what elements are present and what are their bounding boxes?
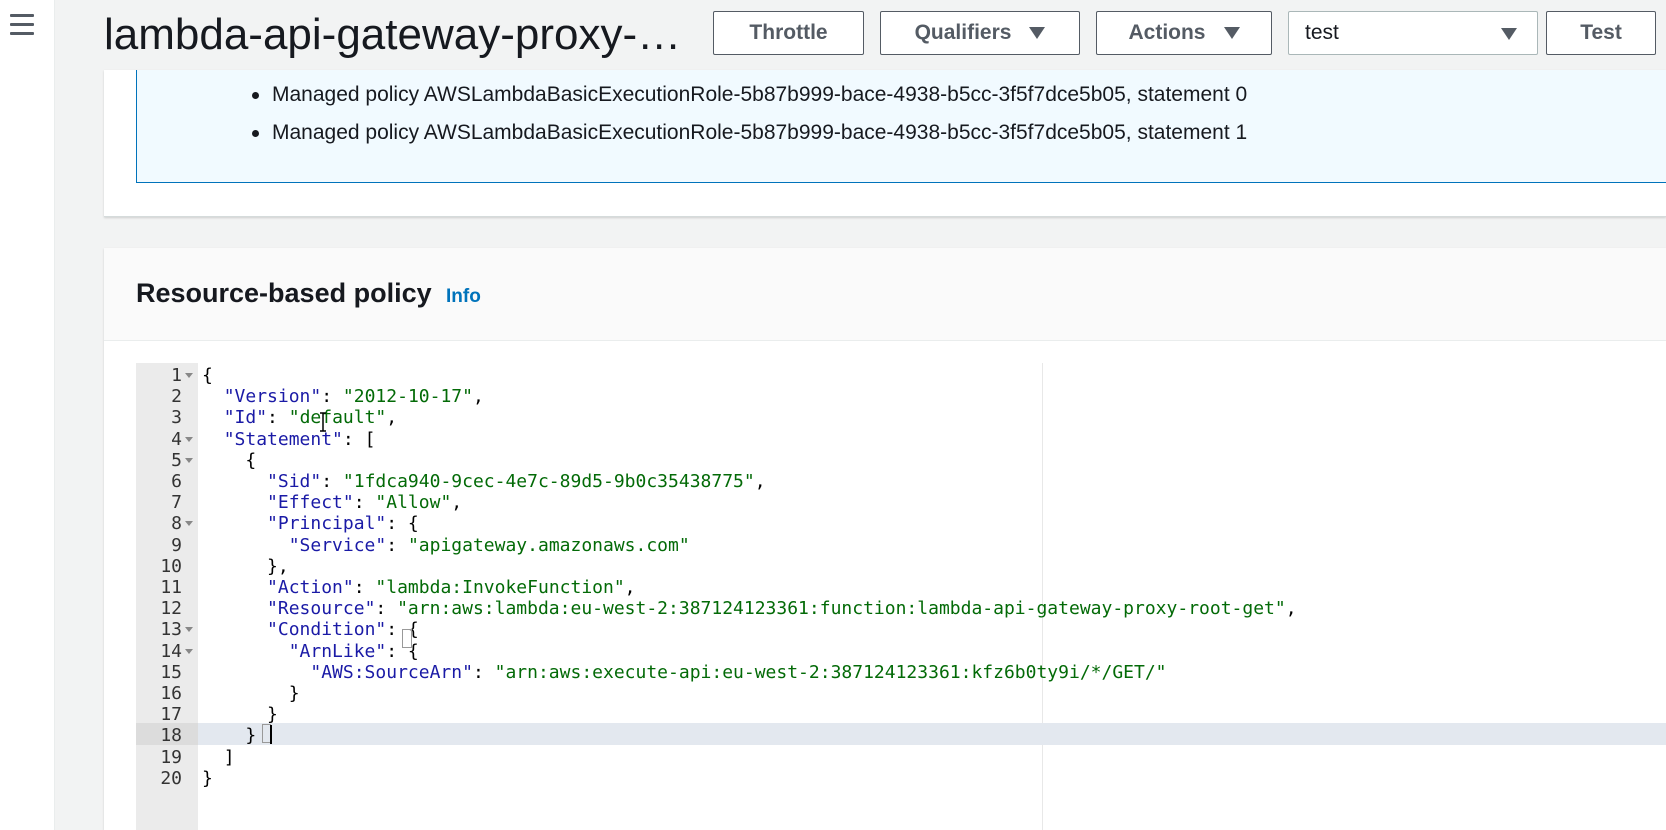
line-number: 17 — [160, 704, 182, 726]
line-number: 18 — [160, 725, 182, 747]
section-title: Resource-based policy — [136, 278, 432, 308]
list-item: Managed policy AWSLambdaBasicExecutionRo… — [252, 76, 1247, 114]
line-number: 4 — [171, 428, 182, 450]
qualifiers-dropdown-label: Qualifiers — [914, 21, 1012, 44]
code-text: } — [202, 767, 213, 789]
code-text: } — [288, 683, 300, 704]
code-text: "AWS:SourceArn": "arn:aws:execute-api:eu… — [310, 661, 1167, 683]
line-number: 6 — [171, 471, 182, 492]
code-text: "Service": "apigateway.amazonaws.com" — [288, 534, 690, 556]
active-line-highlight — [136, 723, 1666, 745]
line-number: 8 — [171, 513, 182, 535]
qualifiers-dropdown[interactable]: Qualifiers — [880, 11, 1080, 55]
fold-arrow-icon[interactable] — [185, 627, 193, 633]
throttle-button-label: Throttle — [749, 21, 828, 44]
code-text: { — [245, 449, 257, 471]
code-text: "ArnLike": { — [288, 640, 419, 662]
ibeam-cursor-icon — [320, 412, 326, 432]
test-event-select[interactable]: test — [1288, 11, 1538, 55]
code-text: } — [267, 704, 278, 726]
code-text: "Action": "lambda:InvokeFunction", — [267, 577, 636, 598]
line-number: 9 — [171, 534, 182, 556]
actions-dropdown[interactable]: Actions — [1096, 11, 1272, 55]
code-text: ] — [223, 746, 235, 768]
info-link[interactable]: Info — [446, 286, 481, 308]
test-event-select-value: test — [1305, 21, 1339, 44]
code-text: { — [202, 365, 213, 386]
line-number: 15 — [160, 661, 182, 683]
line-number: 7 — [171, 492, 182, 514]
throttle-button[interactable]: Throttle — [713, 11, 864, 55]
code-text: "Resource": "arn:aws:lambda:eu-west-2:38… — [267, 598, 1297, 620]
policy-statement-list: Managed policy AWSLambdaBasicExecutionRo… — [252, 76, 1247, 152]
caret-down-icon — [1223, 27, 1240, 39]
code-text: "Version": "2012-10-17", — [223, 386, 484, 408]
code-text: "Principal": { — [267, 513, 419, 535]
code-text: "Id": "default", — [223, 407, 398, 429]
line-number: 2 — [171, 386, 182, 408]
page-title: lambda-api-gateway-proxy-… — [104, 10, 682, 59]
list-item: Managed policy AWSLambdaBasicExecutionRo… — [252, 114, 1247, 152]
test-button-label: Test — [1580, 21, 1622, 44]
print-margin — [1042, 363, 1043, 830]
line-number: 3 — [171, 407, 182, 429]
line-number: 1 — [171, 365, 182, 386]
left-navigation-rail — [0, 0, 55, 830]
code-text: "Condition": { — [267, 619, 419, 641]
line-number: 10 — [160, 555, 182, 577]
line-number: 14 — [160, 640, 182, 662]
code-text: } — [245, 725, 257, 747]
text-cursor — [270, 725, 272, 744]
fold-arrow-icon[interactable] — [185, 521, 193, 527]
line-number: 19 — [160, 746, 182, 768]
actions-dropdown-label: Actions — [1128, 21, 1206, 44]
line-number: 5 — [171, 449, 182, 471]
code-text: "Sid": "1fdca940-9cec-4e7c-89d5-9b0c3543… — [267, 471, 766, 492]
test-button[interactable]: Test — [1546, 11, 1656, 55]
code-text: "Effect": "Allow", — [267, 492, 463, 514]
resource-policy-header: Resource-based policy Info — [104, 248, 1666, 341]
menu-icon[interactable] — [10, 14, 34, 38]
policy-code-editor[interactable]: 1 {2 "Version": "2012-10-17", 3 "Id": "def… — [136, 363, 1666, 830]
line-number: 16 — [160, 683, 182, 704]
line-number: 20 — [160, 767, 182, 789]
line-number: 11 — [160, 577, 182, 598]
caret-down-icon — [1029, 27, 1046, 39]
line-number: 12 — [160, 598, 182, 620]
fold-arrow-icon[interactable] — [185, 457, 193, 463]
code-text: }, — [267, 555, 289, 577]
matching-bracket-marker — [402, 629, 412, 648]
line-number: 13 — [160, 619, 182, 641]
fold-arrow-icon[interactable] — [185, 436, 193, 442]
caret-down-icon — [1501, 28, 1517, 40]
fold-arrow-icon[interactable] — [185, 373, 193, 378]
fold-arrow-icon[interactable] — [185, 648, 193, 654]
code-text: "Statement": [ — [223, 428, 376, 450]
